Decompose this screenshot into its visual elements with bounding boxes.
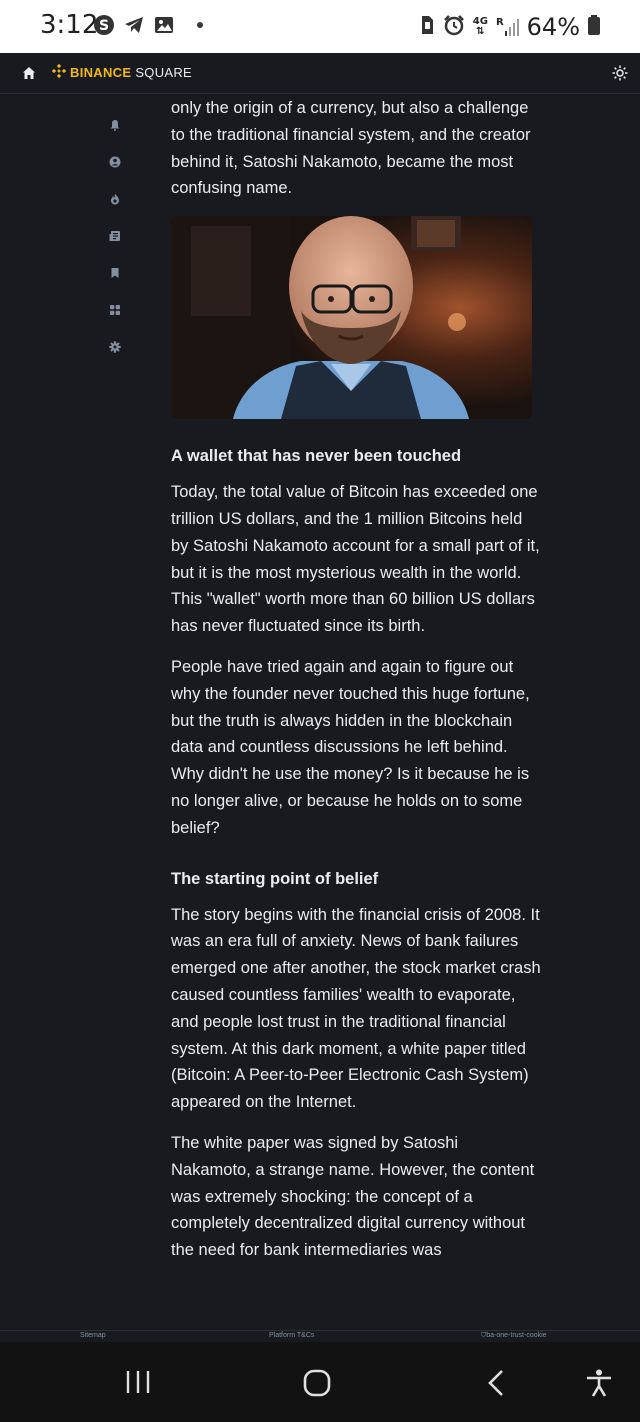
side-rail [100,108,130,367]
system-nav-bar [0,1342,640,1422]
news-button[interactable] [100,219,130,256]
theme-toggle-icon[interactable] [612,65,628,86]
bookmark-icon [109,266,121,284]
accessibility-button[interactable] [584,1368,614,1403]
article-heading-wallet: A wallet that has never been touched [171,447,462,466]
recent-apps-icon [126,1371,150,1393]
news-icon [109,229,121,247]
article-body: only the origin of a currency, but also … [171,95,541,1278]
back-button[interactable] [484,1368,510,1403]
binance-logo-icon [51,63,67,81]
cookie-settings-link[interactable]: ⛉ba-one-trust-cookie [481,1332,547,1340]
more-notifications-dot [197,22,203,28]
article-paragraph: The white paper was signed by Satoshi Na… [171,1133,535,1260]
top-nav: BINANCE SQUARE [0,53,640,94]
apps-grid-icon [109,303,121,321]
article-intro-paragraph: only the origin of a currency, but also … [171,99,531,198]
bookmarks-button[interactable] [100,256,130,293]
settings-button[interactable] [100,330,130,367]
fire-icon [109,192,121,210]
profile-button[interactable] [100,145,130,182]
status-time: 3:12 [40,10,99,40]
status-bar: 3:12 S 4G ⇅ R 64% [0,0,640,53]
profile-icon [109,155,121,173]
article-paragraph: Today, the total value of Bitcoin has ex… [171,483,540,636]
home-button[interactable] [302,1368,332,1403]
sitemap-link[interactable]: Sitemap [80,1332,106,1339]
home-icon[interactable] [22,66,36,85]
bell-icon [109,118,121,136]
trending-button[interactable] [100,182,130,219]
settings-icon [109,340,121,358]
brand-binance: BINANCE [70,65,132,80]
home-circle-icon [303,1369,331,1397]
accessibility-icon [587,1369,611,1397]
article-video-thumbnail[interactable] [171,216,532,420]
signal-icon: R [496,18,519,36]
svg-text:S: S [99,18,109,34]
article-heading-belief: The starting point of belief [171,869,379,888]
article-paragraph: People have tried again and again to fig… [171,657,530,837]
brand-square: SQUARE [135,65,193,80]
presenter-image [171,216,532,420]
apps-button[interactable] [100,293,130,330]
battery-percent: 64% [526,13,580,41]
notification-icons: S [93,14,203,36]
article-paragraph: The story begins with the financial cris… [171,905,541,1112]
binance-square-logo[interactable]: BINANCE SQUARE [51,63,193,81]
telegram-icon [123,14,145,36]
battery-icon [588,14,600,40]
alarm-icon [443,14,465,41]
sim-icon [419,14,435,41]
skype-icon: S [93,14,115,36]
recent-apps-button[interactable] [124,1368,152,1401]
notifications-button[interactable] [100,108,130,145]
back-chevron-icon [488,1370,503,1396]
network-indicator: 4G ⇅ [472,16,488,37]
platform-terms-link[interactable]: Platform T&Cs [269,1332,314,1339]
gallery-icon [153,14,175,36]
status-right: 4G ⇅ R 64% [419,13,600,41]
